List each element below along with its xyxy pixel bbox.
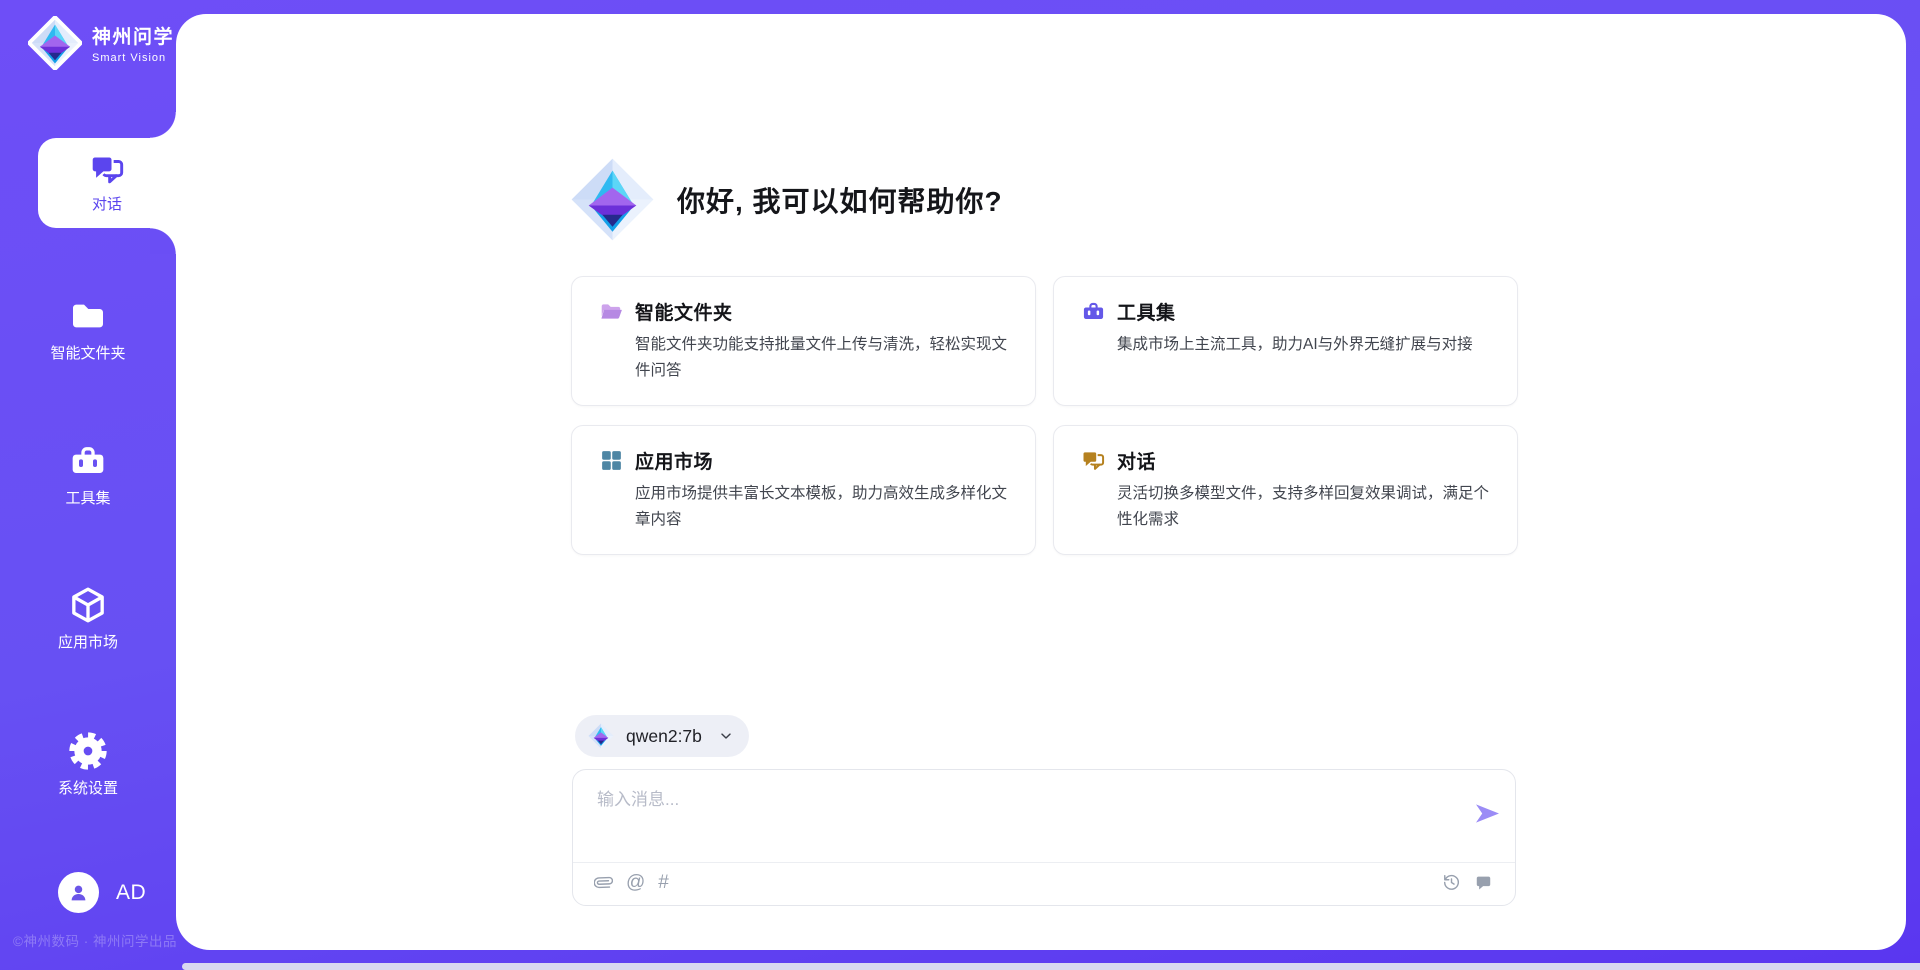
card-chat[interactable]: 对话 灵活切换多模型文件，支持多样回复效果调试，满足个性化需求 [1053,425,1518,555]
main-surface: 你好, 我可以如何帮助你? 智能文件夹 智能文件夹功能支持批量文件上传与清洗，轻… [176,14,1906,950]
folder-icon [68,296,108,336]
gear-icon [68,731,108,771]
sidebar-item-chat[interactable]: 对话 [38,138,176,228]
chevron-down-icon [718,728,734,744]
card-title: 工具集 [1117,298,1176,325]
horizontal-scrollbar[interactable] [182,963,1920,970]
card-description: 集成市场上主流工具，助力AI与外界无缝扩展与对接 [1117,332,1493,358]
brand-gem-icon [28,16,82,70]
sidebar-item-label: 智能文件夹 [0,342,176,363]
sidebar-item-label: 对话 [38,193,176,214]
sidebar-footer: ©神州数码 · 神州问学出品 [13,930,177,950]
card-description: 应用市场提供丰富长文本模板，助力高效生成多样化文章内容 [635,481,1011,533]
attach-button[interactable] [594,873,613,892]
toolbox-icon [68,441,108,481]
brand-name: 神州问学 [92,22,174,49]
cube-icon [68,585,108,625]
message-composer: @ # [572,769,1516,906]
greeting-gem-icon [570,157,655,242]
user-initials: AD [116,881,146,905]
avatar [58,872,99,913]
greeting: 你好, 我可以如何帮助你? [570,157,1003,242]
paperclip-icon [594,873,613,892]
person-icon [66,880,91,905]
card-toolset[interactable]: 工具集 集成市场上主流工具，助力AI与外界无缝扩展与对接 [1053,276,1518,406]
hashtag-button[interactable]: # [658,873,669,892]
history-icon [1442,873,1461,892]
send-button[interactable] [1474,802,1501,825]
chat-icon [1081,448,1106,473]
send-icon [1474,802,1501,825]
card-description: 灵活切换多模型文件，支持多样回复效果调试，满足个性化需求 [1117,481,1493,533]
brand-logo: 神州问学 Smart Vision [28,16,174,70]
model-gem-icon [588,723,614,749]
user-chip[interactable]: AD [58,872,146,913]
history-button[interactable] [1442,873,1461,892]
grid-icon [599,448,624,473]
sidebar-item-settings[interactable]: 系统设置 [0,731,176,798]
card-title: 对话 [1117,447,1156,474]
card-app-market[interactable]: 应用市场 应用市场提供丰富长文本模板，助力高效生成多样化文章内容 [571,425,1036,555]
sidebar-item-label: 应用市场 [0,631,176,652]
greeting-title: 你好, 我可以如何帮助你? [677,180,1003,220]
message-input[interactable] [595,783,1449,851]
sidebar-item-label: 工具集 [0,487,176,508]
card-smart-folder[interactable]: 智能文件夹 智能文件夹功能支持批量文件上传与清洗，轻松实现文件问答 [571,276,1036,406]
chat-icon [89,151,126,188]
mention-button[interactable]: @ [626,873,645,892]
sidebar-item-smart-folder[interactable]: 智能文件夹 [0,296,176,363]
toolbox-icon [1081,299,1106,324]
feedback-button[interactable] [1474,873,1493,892]
card-title: 应用市场 [635,447,713,474]
sidebar-item-app-market[interactable]: 应用市场 [0,585,176,652]
brand-subtitle: Smart Vision [92,52,174,64]
composer-divider [573,862,1515,863]
chat-bubble-icon [1474,873,1493,892]
sidebar-item-label: 系统设置 [0,777,176,798]
card-title: 智能文件夹 [635,298,733,325]
shortcut-cards: 智能文件夹 智能文件夹功能支持批量文件上传与清洗，轻松实现文件问答 工具集 集成… [571,276,1518,555]
model-label: qwen2:7b [626,726,702,747]
sidebar-item-toolset[interactable]: 工具集 [0,441,176,508]
model-selector[interactable]: qwen2:7b [575,715,749,757]
card-description: 智能文件夹功能支持批量文件上传与清洗，轻松实现文件问答 [635,332,1011,384]
composer-toolbar: @ # [594,869,1493,895]
folder-open-icon [599,299,624,324]
